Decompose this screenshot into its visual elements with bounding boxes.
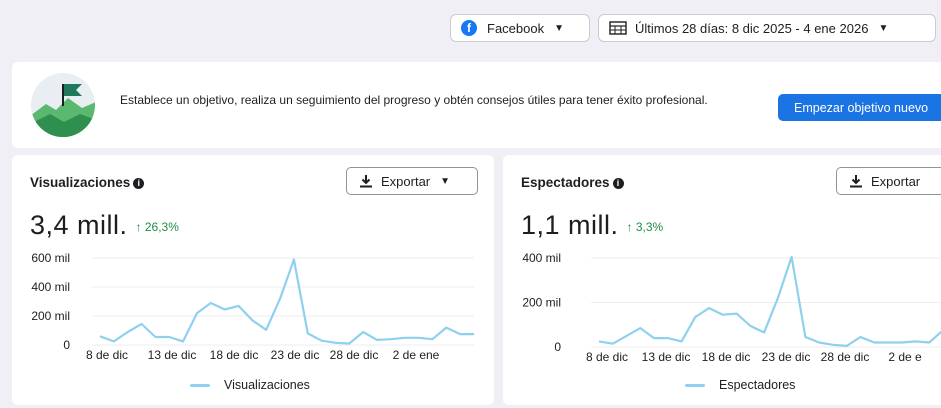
x-tick-label: 8 de dic: [586, 350, 628, 364]
calendar-icon: [609, 21, 627, 35]
chart-legend: Visualizaciones: [190, 378, 310, 392]
platform-selector[interactable]: f Facebook ▼: [450, 14, 590, 42]
x-tick-label: 28 de dic: [330, 348, 379, 362]
views-line-chart: 0 200 mil 400 mil 600 mil 8 de dic 13 de dic 1…: [31, 251, 474, 362]
start-goal-button[interactable]: Empezar objetivo nuevo: [778, 94, 941, 121]
x-tick-label: 18 de dic: [702, 350, 751, 364]
viewers-panel: Espectadores i Exportar 1,1 mill. ↑ 3,3% 0…: [503, 155, 941, 405]
top-bar: f Facebook ▼ Últimos 28 días: 8 dic 2025…: [0, 0, 941, 56]
caret-down-icon: ▼: [554, 22, 564, 34]
views-value: 3,4 mill.: [30, 210, 128, 240]
y-tick-label: 400 mil: [31, 280, 70, 294]
info-icon[interactable]: i: [133, 178, 145, 189]
panel-title: Espectadores i: [521, 175, 624, 190]
legend-swatch: [190, 383, 210, 387]
y-tick-label: 0: [554, 340, 561, 354]
chart-legend: Espectadores: [685, 378, 795, 392]
views-panel: Visualizaciones i Exportar ▼ 3,4 mill. ↑ 2…: [12, 155, 494, 405]
metric-delta: ↑ 26,3%: [135, 220, 179, 234]
y-tick-label: 200 mil: [31, 309, 70, 323]
download-icon: [360, 175, 372, 188]
y-tick-label: 600 mil: [31, 251, 70, 265]
goal-banner: Establece un objetivo, realiza un seguim…: [12, 62, 941, 148]
caret-down-icon: ▼: [878, 22, 889, 34]
viewers-value: 1,1 mill.: [521, 210, 619, 240]
date-range-selector[interactable]: Últimos 28 días: 8 dic 2025 - 4 ene 2026…: [598, 14, 936, 42]
metric-value: 1,1 mill. ↑ 3,3%: [521, 210, 663, 241]
metric-value: 3,4 mill. ↑ 26,3%: [30, 210, 179, 241]
x-tick-label: 8 de dic: [86, 348, 128, 362]
legend-label: Espectadores: [719, 378, 796, 392]
x-tick-label: 2 de e: [888, 350, 922, 364]
viewers-line-chart: 0 200 mil 400 mil 8 de dic 13 de dic 18 de di…: [522, 251, 941, 364]
x-tick-label: 23 de dic: [271, 348, 320, 362]
goal-description: Establece un objetivo, realiza un seguim…: [120, 93, 708, 107]
x-tick-label: 23 de dic: [762, 350, 811, 364]
legend-label: Visualizaciones: [224, 378, 310, 392]
date-range-label: Últimos 28 días: 8 dic 2025 - 4 ene 2026: [635, 20, 869, 36]
export-button[interactable]: Exportar: [836, 167, 941, 195]
facebook-icon: f: [461, 20, 477, 36]
x-tick-label: 18 de dic: [210, 348, 259, 362]
y-tick-label: 400 mil: [522, 251, 561, 265]
x-tick-label: 2 de ene: [393, 348, 440, 362]
info-icon[interactable]: i: [612, 178, 624, 189]
metric-delta: ↑ 3,3%: [626, 220, 664, 234]
goal-flag-illustration: [31, 73, 95, 137]
y-tick-label: 200 mil: [522, 296, 561, 310]
export-label: Exportar: [871, 173, 921, 189]
viewers-title: Espectadores: [521, 175, 610, 190]
legend-swatch: [685, 383, 705, 387]
download-icon: [850, 175, 862, 188]
x-tick-label: 13 de dic: [642, 350, 691, 364]
y-tick-label: 0: [63, 338, 70, 352]
caret-down-icon: ▼: [440, 175, 451, 187]
series-line-espectadores: [598, 255, 941, 348]
x-tick-label: 28 de dic: [821, 350, 870, 364]
views-title: Visualizaciones: [30, 175, 131, 190]
series-line-visualizaciones: [99, 258, 474, 345]
export-label: Exportar: [381, 173, 431, 189]
export-button[interactable]: Exportar ▼: [346, 167, 478, 195]
platform-label: Facebook: [487, 20, 545, 36]
panel-title: Visualizaciones i: [30, 175, 145, 190]
x-tick-label: 13 de dic: [148, 348, 197, 362]
